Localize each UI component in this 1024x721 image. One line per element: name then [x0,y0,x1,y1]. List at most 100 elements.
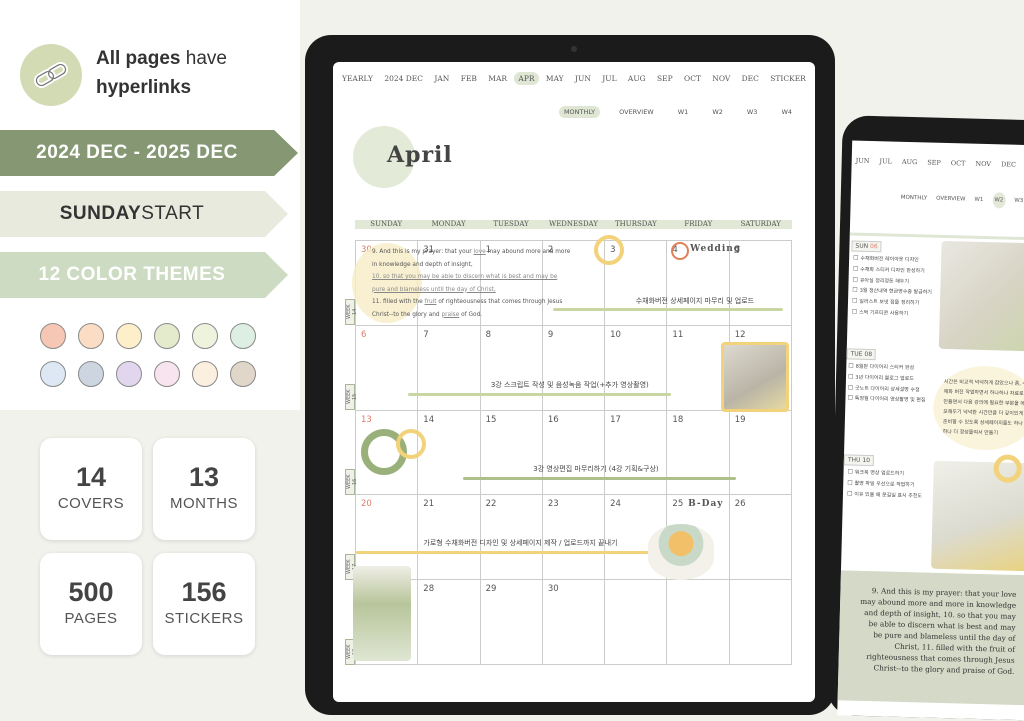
nav-tab-dec[interactable]: DEC [738,72,763,85]
view-tab-w3[interactable]: W3 [742,106,763,118]
view-nav: MONTHLY OVERVIEW W1 W2 W3 [901,190,1024,209]
day-name: THU [847,456,861,464]
stat-stickers: 156 STICKERS [153,553,255,655]
stat-label: STICKERS [164,610,244,627]
nav-tab-feb[interactable]: FEB [457,72,481,85]
color-theme-swatch[interactable] [154,361,180,387]
nav-tab-jun[interactable]: JUN [856,157,870,165]
nav-tab-oct[interactable]: OCT [951,159,966,167]
yellow-ring-sticker [593,235,624,265]
view-tab-w1[interactable]: W1 [673,106,694,118]
color-theme-swatch[interactable] [230,323,256,349]
nav-tab-sep[interactable]: SEP [653,72,677,85]
tape-roll-sticker [648,524,715,580]
color-theme-swatch[interactable] [78,361,104,387]
view-tab-w4[interactable]: W4 [776,106,797,118]
bible-verse: 9. And this is my prayer: that your love… [372,246,572,321]
day-name: SUN [855,242,869,250]
color-theme-swatch[interactable] [40,361,66,387]
day-cell[interactable]: 6 [356,325,419,411]
tulip-vase-sticker [353,566,411,661]
nav-tab-jun[interactable]: JUN [571,72,595,85]
verse-link: fruit [424,299,437,305]
day-number: 22 [485,499,497,510]
color-theme-swatch[interactable] [40,323,66,349]
view-tab-overview[interactable]: OVERVIEW [936,196,965,203]
day-number: 19 [734,414,746,425]
week-label[interactable]: WEEK 14 [345,299,358,325]
view-tab-w3[interactable]: W3 [1014,198,1023,204]
color-theme-swatch[interactable] [78,323,104,349]
nav-tab-apr[interactable]: APR [514,72,539,85]
day-cell[interactable]: 28 [418,580,481,665]
nav-tab-mar[interactable]: MAR [484,72,511,85]
nav-tab-jan[interactable]: JAN [430,72,453,85]
day-date: 06 [869,242,878,251]
day-cell[interactable]: 19 [729,410,792,496]
day-cell[interactable]: 17 [605,410,668,496]
color-theme-swatch[interactable] [116,361,142,387]
nav-tab-aug[interactable]: AUG [624,72,650,85]
day-cell[interactable]: 26 [729,495,792,581]
nav-tab-jul[interactable]: JUL [598,72,620,85]
nav-tab-nov[interactable]: NOV [708,72,734,85]
headline-line2: hyperlinks [96,77,192,98]
view-tab-overview[interactable]: OVERVIEW [614,106,659,118]
week-label[interactable]: WEEK 15 [345,384,358,410]
nav-tab-yearly[interactable]: YEARLY [338,72,377,85]
view-tab-w2[interactable]: W2 [707,106,728,118]
nav-tab-may[interactable]: MAY [542,72,568,85]
day-cell[interactable]: 7 [418,325,481,411]
color-theme-swatch[interactable] [192,361,218,387]
day-number: 30 [547,584,559,595]
day-cell[interactable]: 30 [542,580,606,665]
day-cell[interactable]: 14 [418,410,481,496]
day-number: 18 [672,414,684,425]
day-cell[interactable]: 29 [480,580,543,665]
color-theme-swatch[interactable] [116,323,142,349]
day-number: 28 [423,584,435,595]
day-number: 6 [361,329,367,340]
view-tab-w2[interactable]: W2 [992,192,1006,209]
nav-tab-sticker[interactable]: STICKER [766,72,810,85]
checklist-item[interactable]: 스벅 기프티콘 사용하기 [852,308,932,321]
checklist-item[interactable]: 특정월 다이어리 영상촬영 및 편집 [847,394,926,407]
nav-tab-dec[interactable]: DEC [1001,160,1016,168]
calendar-grid: 3031123456789101112131415161718192021222… [345,235,792,665]
nav-tab-aug[interactable]: AUG [902,158,918,166]
color-theme-swatch[interactable] [230,361,256,387]
day-cell[interactable]: 10 [605,325,668,411]
weekday-label: MONDAY [431,220,466,228]
task-bar [408,393,671,396]
checklist-item[interactable]: 이유 있을 때 운길일 표시 추천도 [847,489,922,502]
weekday-label: TUESDAY [493,220,529,228]
nav-tab-nov[interactable]: NOV [975,160,991,168]
weekday-label: FRIDAY [684,220,713,228]
week-label[interactable]: WEEK 16 [345,469,358,495]
color-theme-swatch[interactable] [192,323,218,349]
color-theme-swatch[interactable] [154,323,180,349]
stat-months: 13 MONTHS [153,438,255,540]
view-tab-monthly[interactable]: MONTHLY [901,195,928,202]
day-cell[interactable]: 18 [667,410,730,496]
view-tab-w1[interactable]: W1 [974,197,983,203]
day-cell[interactable] [667,580,730,665]
day-number: 25 [672,499,684,510]
day-cell[interactable]: 15 [480,410,543,496]
day-cell[interactable]: 8 [480,325,543,411]
nav-tab-oct[interactable]: OCT [680,72,705,85]
nav-tab-2024-dec[interactable]: 2024 DEC [380,72,427,85]
view-tab-monthly[interactable]: MONTHLY [558,106,601,118]
ribbon2-bold: SUNDAY [59,203,142,224]
day-number: 9 [547,329,554,340]
day-cell[interactable] [605,580,668,665]
nav-tab-jul[interactable]: JUL [879,157,892,165]
day-cell[interactable]: 9 [542,325,606,411]
day-number: 16 [547,414,559,425]
task-bar [553,308,783,311]
day-cell[interactable]: 16 [542,410,606,496]
day-cell[interactable] [729,580,792,665]
nav-tab-sep[interactable]: SEP [927,158,941,166]
day-number: 26 [734,499,746,510]
task-label: 3강 스크립트 작성 및 음성녹음 작업(+추가 영상촬영) [490,381,649,389]
